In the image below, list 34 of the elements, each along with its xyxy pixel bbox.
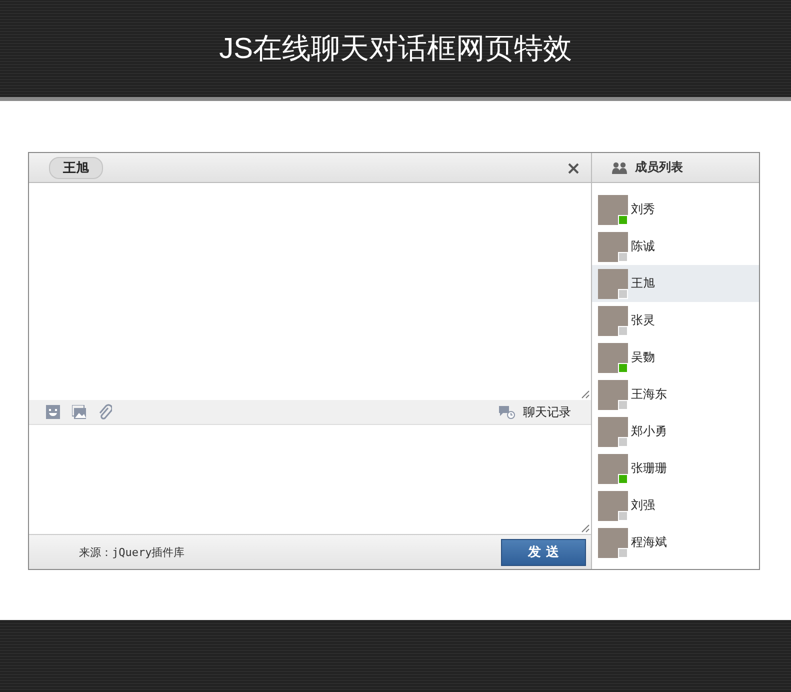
contact-name: 王旭 <box>49 156 103 178</box>
send-button[interactable]: 发 送 <box>501 538 586 566</box>
member-item[interactable]: 王海东 <box>592 376 759 413</box>
resize-grip-icon[interactable] <box>581 524 590 533</box>
member-name: 吴覅 <box>631 349 655 366</box>
page-title: JS在线聊天对话框网页特效 <box>219 32 572 66</box>
member-name: 陈诚 <box>631 238 655 255</box>
chat-clock-icon <box>499 406 515 418</box>
people-icon <box>612 162 627 174</box>
member-name: 程海斌 <box>631 534 667 551</box>
member-item[interactable]: 吴覅 <box>592 339 759 376</box>
member-item[interactable]: 刘强 <box>592 487 759 524</box>
image-icon[interactable] <box>72 405 86 419</box>
member-name: 张珊珊 <box>631 460 667 477</box>
close-icon <box>568 162 579 174</box>
member-item[interactable]: 刘秀 <box>592 191 759 228</box>
member-name: 刘强 <box>631 497 655 514</box>
smiley-icon[interactable] <box>46 405 60 419</box>
chat-history-button[interactable]: 聊天记录 <box>499 404 571 420</box>
members-title: 成员列表 <box>635 159 683 176</box>
member-item[interactable]: 陈诚 <box>592 228 759 265</box>
member-item[interactable]: 郑小勇 <box>592 413 759 450</box>
member-item[interactable]: 王旭 <box>592 265 759 302</box>
paperclip-icon[interactable] <box>98 404 112 420</box>
member-item[interactable]: 程海斌 <box>592 524 759 561</box>
source-text: 来源：jQuery插件库 <box>79 544 185 560</box>
member-name: 王旭 <box>631 275 655 292</box>
member-name: 张灵 <box>631 312 655 329</box>
resize-grip-icon[interactable] <box>581 390 590 399</box>
member-name: 郑小勇 <box>631 423 667 440</box>
member-item[interactable]: 张珊珊 <box>592 450 759 487</box>
member-name: 刘秀 <box>631 201 655 218</box>
member-item[interactable]: 张灵 <box>592 302 759 339</box>
member-name: 王海东 <box>631 386 667 403</box>
